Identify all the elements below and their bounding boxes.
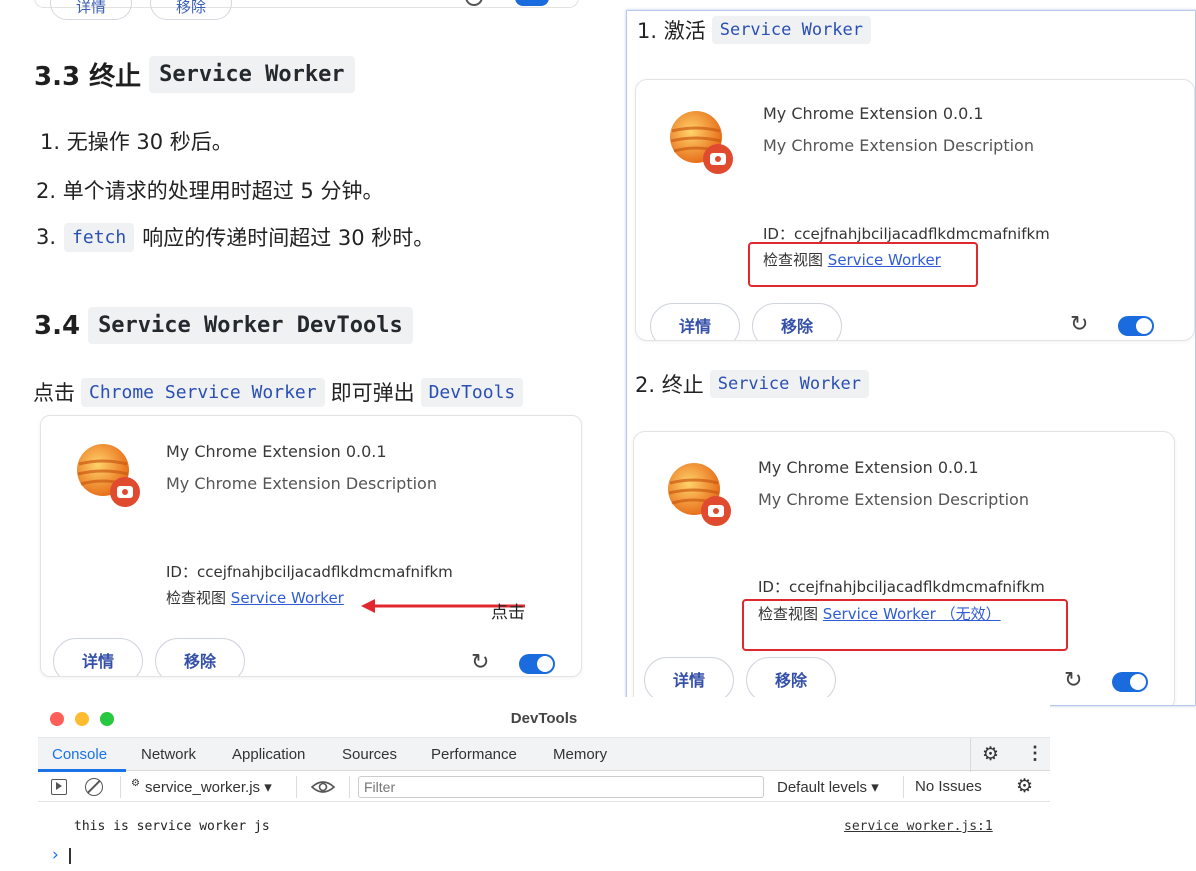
tab-performance[interactable]: Performance (431, 746, 517, 763)
extension-name: My Chrome Extension 0.0.1 (758, 458, 979, 477)
tab-memory[interactable]: Memory (553, 746, 607, 763)
context-gear-icon: ⚙ (131, 778, 140, 789)
step1-heading: 1. 激活 Service Worker (637, 15, 872, 45)
enable-toggle[interactable] (1112, 672, 1148, 692)
divider (296, 776, 297, 798)
devtools-title: DevTools (510, 710, 578, 727)
section-34-number: 3.4 (34, 310, 81, 341)
list-number: 3. (36, 225, 57, 249)
console-prompt-icon: › (52, 845, 59, 865)
section-33-number: 3.3 终止 (34, 62, 142, 92)
extension-description: My Chrome Extension Description (763, 136, 1034, 155)
sidebar-toggle-icon[interactable] (51, 779, 67, 795)
remove-button[interactable]: 移除 (155, 638, 245, 676)
remove-button[interactable]: 移除 (752, 303, 842, 340)
filter-input[interactable] (358, 776, 764, 798)
extension-logo-icon (668, 463, 731, 526)
divider (120, 776, 121, 798)
list-item: 1. 无操作 30 秒后。 (40, 126, 233, 156)
divider (903, 776, 904, 798)
step-code: Service Worker (709, 370, 870, 398)
devtools-window: DevTools Console Network Application Sou… (38, 697, 1050, 871)
right-screenshot-panel: 1. 激活 Service Worker My Chrome Extension… (626, 10, 1196, 706)
intro-code: DevTools (420, 377, 524, 407)
remove-button[interactable]: 移除 (150, 0, 232, 20)
list-item: 3. fetch 响应的传递时间超过 30 秒时。 (36, 222, 434, 252)
list-number: 2. (36, 179, 57, 203)
settings-gear-icon[interactable]: ⚙ (982, 743, 999, 766)
tab-console[interactable]: Console (52, 746, 107, 763)
reload-icon[interactable]: ↻ (1070, 312, 1088, 337)
extension-name: My Chrome Extension 0.0.1 (763, 104, 984, 123)
section-34-code: Service Worker DevTools (88, 307, 413, 344)
extension-id: ID：ccejfnahjbciljacadflkdmcmafnifkm (763, 225, 1050, 243)
issues-counter[interactable]: No Issues (915, 778, 982, 795)
step-code: Service Worker (711, 16, 872, 44)
list-number: 1. (40, 130, 61, 154)
arrow-annotation: 点击 (491, 603, 525, 623)
fetch-code: fetch (64, 222, 135, 252)
inspect-views: 检查视图 Service Worker (166, 587, 344, 608)
details-button[interactable]: 详情 (50, 0, 132, 20)
section-33-code: Service Worker (149, 56, 355, 93)
extension-id: ID：ccejfnahjbciljacadflkdmcmafnifkm (758, 578, 1045, 596)
inspect-label: 检查视图 (166, 589, 227, 607)
extension-name: My Chrome Extension 0.0.1 (166, 442, 387, 461)
section-34-intro: 点击 Chrome Service Worker 即可弹出 DevTools (33, 377, 524, 407)
extension-card: My Chrome Extension 0.0.1 My Chrome Exte… (635, 79, 1195, 341)
list-text: 无操作 30 秒后。 (66, 130, 233, 154)
console-settings-gear-icon[interactable]: ⚙ (1016, 775, 1033, 798)
extension-id: ID：ccejfnahjbciljacadflkdmcmafnifkm (166, 563, 453, 581)
reload-icon[interactable]: ↻ (1064, 668, 1082, 693)
extension-card: My Chrome Extension 0.0.1 My Chrome Exte… (40, 415, 582, 677)
extension-logo-icon (77, 444, 140, 507)
devtools-tabbar: Console Network Application Sources Perf… (38, 737, 1050, 772)
extension-logo-icon (670, 111, 733, 174)
list-item: 2. 单个请求的处理用时超过 5 分钟。 (36, 175, 383, 205)
intro-code: Chrome Service Worker (81, 377, 325, 407)
devtools-titlebar: DevTools (38, 697, 1050, 737)
tab-network[interactable]: Network (141, 746, 196, 763)
enable-toggle[interactable] (515, 0, 549, 6)
highlight-box (742, 599, 1068, 651)
reload-icon[interactable]: ↻ (471, 650, 489, 675)
divider (349, 776, 350, 798)
eye-icon[interactable] (310, 779, 336, 795)
intro-text: 即可弹出 (330, 381, 415, 405)
more-options-icon[interactable]: ⋮ (1026, 743, 1044, 764)
enable-toggle[interactable] (1118, 316, 1154, 336)
extension-description: My Chrome Extension Description (758, 490, 1029, 509)
console-toolbar: ⚙ service_worker.js ▾ Default levels ▾ N… (38, 772, 1050, 802)
console-log-source-link[interactable]: service worker.js:1 (844, 819, 993, 834)
extension-card: My Chrome Extension 0.0.1 My Chrome Exte… (633, 431, 1175, 705)
tab-application[interactable]: Application (232, 746, 305, 763)
details-button[interactable]: 详情 (650, 303, 740, 340)
details-button[interactable]: 详情 (53, 638, 143, 676)
clear-console-icon[interactable] (85, 778, 103, 796)
service-worker-link[interactable]: Service Worker (231, 589, 344, 607)
console-log-message: this is service worker js (74, 819, 270, 834)
intro-text: 点击 (33, 381, 75, 405)
step-label: 1. 激活 (637, 19, 706, 43)
list-text: 单个请求的处理用时超过 5 分钟。 (62, 179, 384, 203)
section-33-heading: 3.3 终止 Service Worker (34, 56, 355, 93)
enable-toggle[interactable] (519, 654, 555, 674)
divider (970, 738, 971, 772)
highlight-box (748, 242, 978, 287)
context-selector[interactable]: service_worker.js ▾ (145, 778, 272, 796)
log-levels-dropdown[interactable]: Default levels ▾ (777, 778, 879, 796)
step-label: 2. 终止 (635, 373, 704, 397)
step2-heading: 2. 终止 Service Worker (635, 369, 870, 399)
list-text: 响应的传递时间超过 30 秒时。 (142, 226, 435, 250)
tab-sources[interactable]: Sources (342, 746, 397, 763)
extension-description: My Chrome Extension Description (166, 474, 437, 493)
section-34-heading: 3.4 Service Worker DevTools (34, 307, 413, 344)
console-input-caret[interactable] (69, 848, 71, 864)
